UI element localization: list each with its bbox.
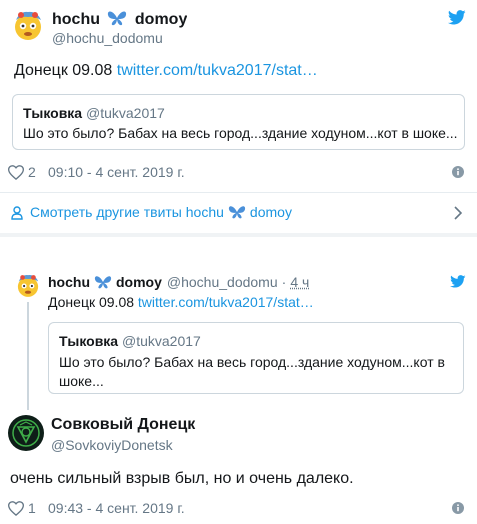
tweet-link[interactable]: twitter.com/tukva2017/stat… — [138, 294, 314, 310]
butterfly-icon — [107, 9, 127, 27]
quoted-tweet[interactable]: Тыковка @tukva2017 Шо это было? Бабах на… — [48, 322, 464, 394]
quoted-text: Шо это было? Бабах на весь город...здани… — [23, 125, 458, 141]
twitter-bird-icon[interactable] — [448, 10, 466, 25]
quoted-text-line: Шо это было? Бабах на весь город...здани… — [59, 354, 445, 370]
butterfly-icon — [228, 204, 246, 220]
emoji-avatar-icon — [10, 8, 46, 44]
thread-line — [27, 302, 29, 410]
more-tweets-link[interactable]: Смотреть другие твиты hochu domoy — [0, 193, 477, 233]
user-handle[interactable]: @SovkoviyDonetsk — [51, 437, 173, 453]
heart-icon — [8, 164, 24, 180]
quoted-name: Тыковка — [23, 105, 83, 121]
more-tweets-text: Смотреть другие твиты hochu — [30, 204, 224, 220]
tweet-timestamp[interactable]: 09:43 - 4 сент. 2019 г. — [48, 500, 185, 516]
quoted-header: Тыковка @tukva2017 — [23, 105, 165, 121]
display-name[interactable]: Совковый Донецк — [51, 416, 195, 434]
display-name-part: domoy — [134, 11, 188, 28]
more-tweets-label: Смотреть другие твиты hochu domoy — [30, 204, 292, 220]
quoted-tweet[interactable]: Тыковка @tukva2017 Шо это было? Бабах на… — [12, 94, 465, 150]
tweet-age[interactable]: 4 ч — [290, 274, 309, 290]
seal-avatar-icon — [9, 416, 43, 450]
tweet-link[interactable]: twitter.com/tukva2017/stat… — [117, 62, 318, 79]
display-name-part[interactable]: domoy — [116, 274, 162, 290]
tweet-timestamp[interactable]: 09:10 - 4 сент. 2019 г. — [48, 164, 185, 180]
emoji-avatar-icon — [14, 272, 42, 300]
tweet-text-body: Донецк 09.08 — [14, 62, 117, 79]
tweet-text: очень сильный взрыв был, но и очень дале… — [10, 470, 354, 487]
like-count: 2 — [28, 164, 36, 180]
like-button[interactable]: 2 — [8, 164, 36, 180]
quoted-text-line: шоке... — [59, 373, 104, 389]
chevron-right-icon — [454, 206, 462, 220]
quoted-header: Тыковка @tukva2017 — [59, 333, 201, 349]
quoted-name: Тыковка — [59, 333, 119, 349]
display-name-part[interactable]: hochu — [48, 274, 90, 290]
thread-header: hochu domoy @hochu_dodomu · 4 ч — [48, 274, 309, 290]
info-icon[interactable] — [452, 502, 464, 514]
twitter-bird-icon[interactable] — [450, 275, 466, 288]
separator-dot: · — [281, 274, 287, 290]
tweet-text: Донецк 09.08 twitter.com/tukva2017/stat… — [14, 62, 318, 80]
butterfly-icon — [94, 274, 112, 290]
display-name[interactable]: hochu domoy — [52, 9, 187, 29]
info-icon[interactable] — [452, 166, 464, 178]
section-divider — [0, 233, 477, 237]
user-handle[interactable]: @hochu_dodomu — [52, 30, 163, 46]
like-button[interactable]: 1 — [8, 500, 36, 516]
display-name-part: hochu — [52, 11, 100, 28]
tweet-text: Донецк 09.08 twitter.com/tukva2017/stat… — [48, 294, 468, 310]
user-handle[interactable]: @hochu_dodomu — [167, 274, 278, 290]
quoted-handle: @tukva2017 — [122, 333, 201, 349]
avatar[interactable] — [8, 415, 44, 451]
like-count: 1 — [28, 500, 36, 516]
quoted-handle: @tukva2017 — [86, 105, 165, 121]
avatar[interactable] — [10, 8, 46, 44]
user-icon — [11, 206, 23, 220]
more-tweets-text: domoy — [249, 204, 292, 220]
tweet-text-body: Донецк 09.08 — [48, 294, 138, 310]
avatar[interactable] — [14, 272, 42, 300]
heart-icon — [8, 500, 24, 516]
